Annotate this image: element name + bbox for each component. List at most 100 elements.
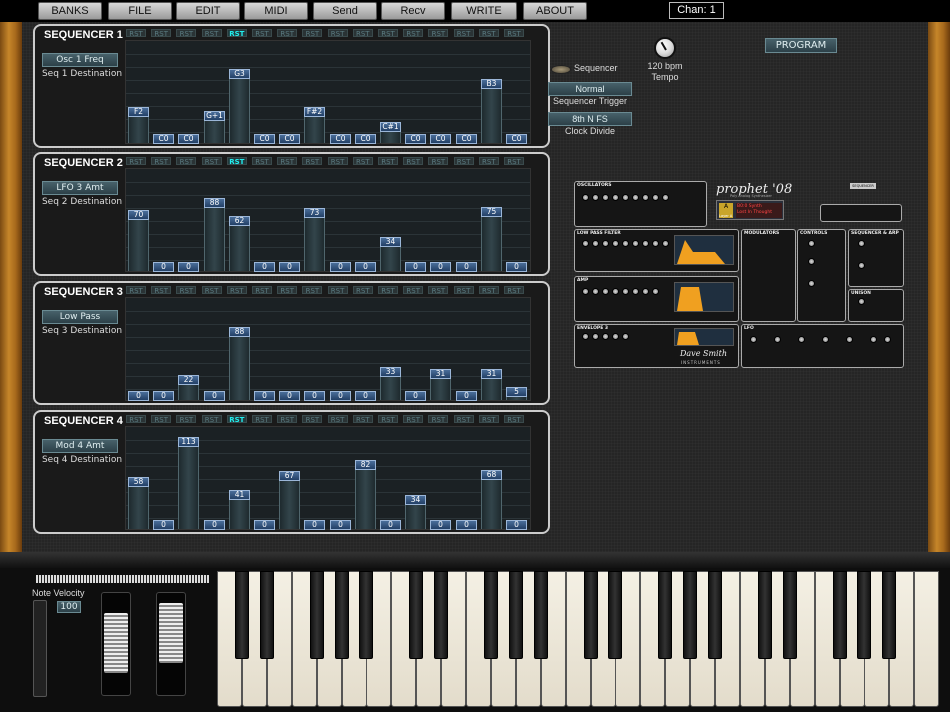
bend-range-section[interactable] — [820, 204, 902, 222]
reset-step-button[interactable]: RST — [352, 29, 373, 38]
lfo-knob[interactable] — [822, 336, 829, 343]
sequencer-trigger-selector[interactable]: Normal — [548, 82, 632, 96]
black-key[interactable] — [758, 571, 772, 659]
reset-step-button[interactable]: RST — [378, 415, 398, 424]
step-bar[interactable] — [481, 378, 502, 400]
lfo-section[interactable]: LFO — [741, 324, 904, 368]
reset-step-button[interactable]: RST — [428, 415, 449, 424]
reset-step-button[interactable]: RST — [478, 415, 499, 424]
reset-step-button[interactable]: RST — [226, 157, 247, 166]
midi-channel-selector[interactable]: Chan: 1 — [669, 2, 724, 19]
reset-step-button[interactable]: RST — [277, 415, 298, 424]
reset-step-button[interactable]: RST — [201, 29, 222, 38]
lfo-knob[interactable] — [774, 336, 781, 343]
step-bar[interactable] — [229, 336, 250, 400]
send-button[interactable]: Send — [313, 2, 377, 20]
file-button[interactable]: FILE — [108, 2, 172, 20]
step-bar[interactable] — [128, 116, 149, 143]
synth-parameter-knob[interactable] — [622, 333, 629, 340]
controls-section[interactable]: CONTROLS — [797, 229, 846, 322]
step-bar[interactable] — [405, 504, 426, 529]
reset-step-button[interactable]: RST — [252, 286, 272, 295]
reset-step-button[interactable]: RST — [504, 286, 524, 295]
black-key[interactable] — [783, 571, 797, 659]
synth-parameter-knob[interactable] — [602, 288, 609, 295]
modulators-section[interactable]: MODULATORS — [741, 229, 796, 322]
sequencer-arp-section[interactable]: SEQUENCER & ARP — [848, 229, 904, 287]
reset-step-button[interactable]: RST — [403, 286, 424, 295]
reset-step-button[interactable]: RST — [226, 286, 247, 295]
lfo-knob[interactable] — [750, 336, 757, 343]
synth-parameter-knob[interactable] — [632, 240, 639, 247]
black-key[interactable] — [409, 571, 423, 659]
synth-parameter-knob[interactable] — [642, 288, 649, 295]
black-key[interactable] — [260, 571, 274, 659]
reset-step-button[interactable]: RST — [478, 286, 499, 295]
midi-button[interactable]: MIDI — [244, 2, 308, 20]
reset-step-button[interactable]: RST — [151, 157, 172, 166]
sequencer-destination-selector[interactable]: Low Pass — [42, 310, 118, 324]
edit-button[interactable]: EDIT — [176, 2, 240, 20]
step-bar[interactable] — [204, 120, 225, 143]
synth-parameter-knob[interactable] — [612, 333, 619, 340]
step-bar[interactable] — [380, 131, 401, 143]
step-grid[interactable]: 0 0 22 0 88 0 0 0 0 0 33 0 31 0 31 5 — [125, 297, 531, 401]
synth-parameter-knob[interactable] — [642, 240, 649, 247]
black-key[interactable] — [359, 571, 373, 659]
reset-step-button[interactable]: RST — [378, 157, 398, 166]
synth-parameter-knob[interactable] — [602, 240, 609, 247]
step-bar[interactable] — [178, 384, 199, 400]
reset-step-button[interactable]: RST — [126, 286, 146, 295]
black-key[interactable] — [857, 571, 871, 659]
reset-step-button[interactable]: RST — [176, 286, 197, 295]
reset-step-button[interactable]: RST — [176, 157, 197, 166]
reset-step-button[interactable]: RST — [403, 415, 424, 424]
step-bar[interactable] — [355, 469, 376, 529]
reset-step-button[interactable]: RST — [453, 286, 474, 295]
reset-step-button[interactable]: RST — [126, 157, 146, 166]
step-bar[interactable] — [430, 378, 451, 400]
reset-step-button[interactable]: RST — [277, 286, 298, 295]
reset-step-button[interactable]: RST — [378, 29, 398, 38]
control-knob[interactable] — [808, 258, 815, 265]
step-bar[interactable] — [229, 225, 250, 271]
lfo-knob[interactable] — [884, 336, 891, 343]
reset-step-button[interactable]: RST — [378, 286, 398, 295]
synth-parameter-knob[interactable] — [592, 333, 599, 340]
reset-step-button[interactable]: RST — [277, 29, 298, 38]
reset-step-button[interactable]: RST — [252, 157, 272, 166]
black-key[interactable] — [509, 571, 523, 659]
recv-button[interactable]: Recv — [381, 2, 445, 20]
about-button[interactable]: ABOUT — [523, 2, 587, 20]
reset-step-button[interactable]: RST — [478, 157, 499, 166]
white-key[interactable] — [914, 571, 939, 707]
synth-parameter-knob[interactable] — [602, 333, 609, 340]
black-key[interactable] — [608, 571, 622, 659]
synth-parameter-knob[interactable] — [612, 194, 619, 201]
step-grid[interactable]: 58 0 113 0 41 0 67 0 0 82 0 34 0 0 68 0 — [125, 426, 531, 530]
reset-step-button[interactable]: RST — [226, 29, 247, 38]
reset-step-button[interactable]: RST — [428, 286, 449, 295]
reset-step-button[interactable]: RST — [126, 29, 146, 38]
reset-step-button[interactable]: RST — [453, 415, 474, 424]
reset-step-button[interactable]: RST — [504, 157, 524, 166]
synth-parameter-knob[interactable] — [582, 240, 589, 247]
step-bar[interactable] — [279, 480, 300, 529]
reset-step-button[interactable]: RST — [201, 157, 222, 166]
step-bar[interactable] — [304, 217, 325, 271]
mod-wheel[interactable] — [156, 592, 186, 696]
step-bar[interactable] — [229, 499, 250, 529]
synth-parameter-knob[interactable] — [592, 288, 599, 295]
reset-step-button[interactable]: RST — [352, 415, 373, 424]
reset-step-button[interactable]: RST — [453, 157, 474, 166]
clock-divide-selector[interactable]: 8th N FS — [548, 112, 632, 126]
reset-step-button[interactable]: RST — [327, 415, 348, 424]
control-knob[interactable] — [858, 262, 865, 269]
step-bar[interactable] — [204, 207, 225, 271]
black-key[interactable] — [310, 571, 324, 659]
synth-parameter-knob[interactable] — [582, 194, 589, 201]
black-key[interactable] — [833, 571, 847, 659]
synth-parameter-knob[interactable] — [622, 194, 629, 201]
banks-button[interactable]: BANKS — [38, 2, 102, 20]
reset-step-button[interactable]: RST — [504, 29, 524, 38]
